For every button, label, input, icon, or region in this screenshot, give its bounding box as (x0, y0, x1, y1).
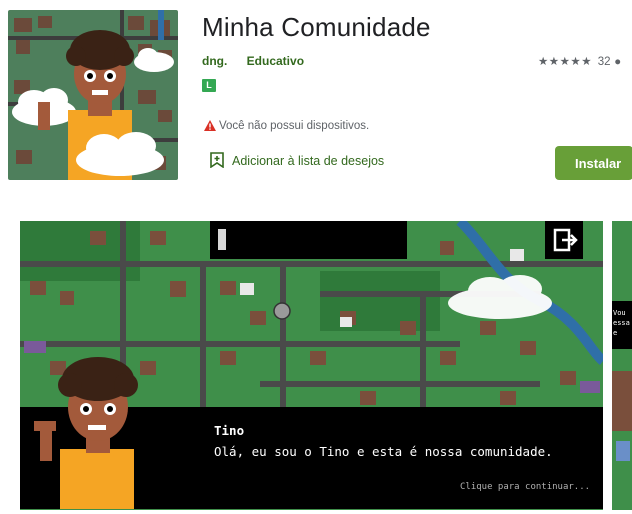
app-icon (8, 10, 178, 180)
category-link[interactable]: Educativo (247, 54, 304, 68)
exit-icon (553, 228, 578, 252)
install-button[interactable]: Instalar (555, 146, 632, 180)
warning-text: Você não possui dispositivos. (219, 120, 370, 132)
rating-count: 32 (597, 56, 611, 68)
dialog-text: Olá, eu sou o Tino e esta é nossa comuni… (214, 444, 553, 459)
speaker-name: Tino (214, 423, 245, 438)
rating: ★★★★★ 32 ● (538, 54, 622, 68)
app-title: Minha Comunidade (202, 12, 431, 42)
svg-text:essa: essa (613, 319, 630, 327)
progress-segment (218, 229, 226, 250)
svg-text:e: e (613, 329, 617, 337)
character-illustration (0, 345, 200, 514)
device-warning: Você não possui dispositivos. (204, 120, 369, 132)
rating-stars: ★★★★★ (538, 56, 593, 68)
app-meta: dng. Educativo (202, 54, 320, 68)
wishlist-button[interactable]: Adicionar à lista de desejos (210, 152, 385, 169)
top-status-bar (210, 221, 407, 259)
user-icon: ● (614, 56, 622, 68)
developer-link[interactable]: dng. (202, 54, 227, 68)
screenshot-next[interactable]: Vou essa e (612, 221, 632, 510)
warning-icon (204, 120, 216, 131)
exit-button[interactable] (545, 221, 583, 259)
bookmark-add-icon (210, 152, 224, 169)
next-preview-text: Vou (613, 309, 626, 317)
continue-hint[interactable]: Clique para continuar... (460, 482, 590, 492)
content-rating-badge: L (202, 79, 216, 92)
wishlist-label: Adicionar à lista de desejos (232, 154, 385, 168)
